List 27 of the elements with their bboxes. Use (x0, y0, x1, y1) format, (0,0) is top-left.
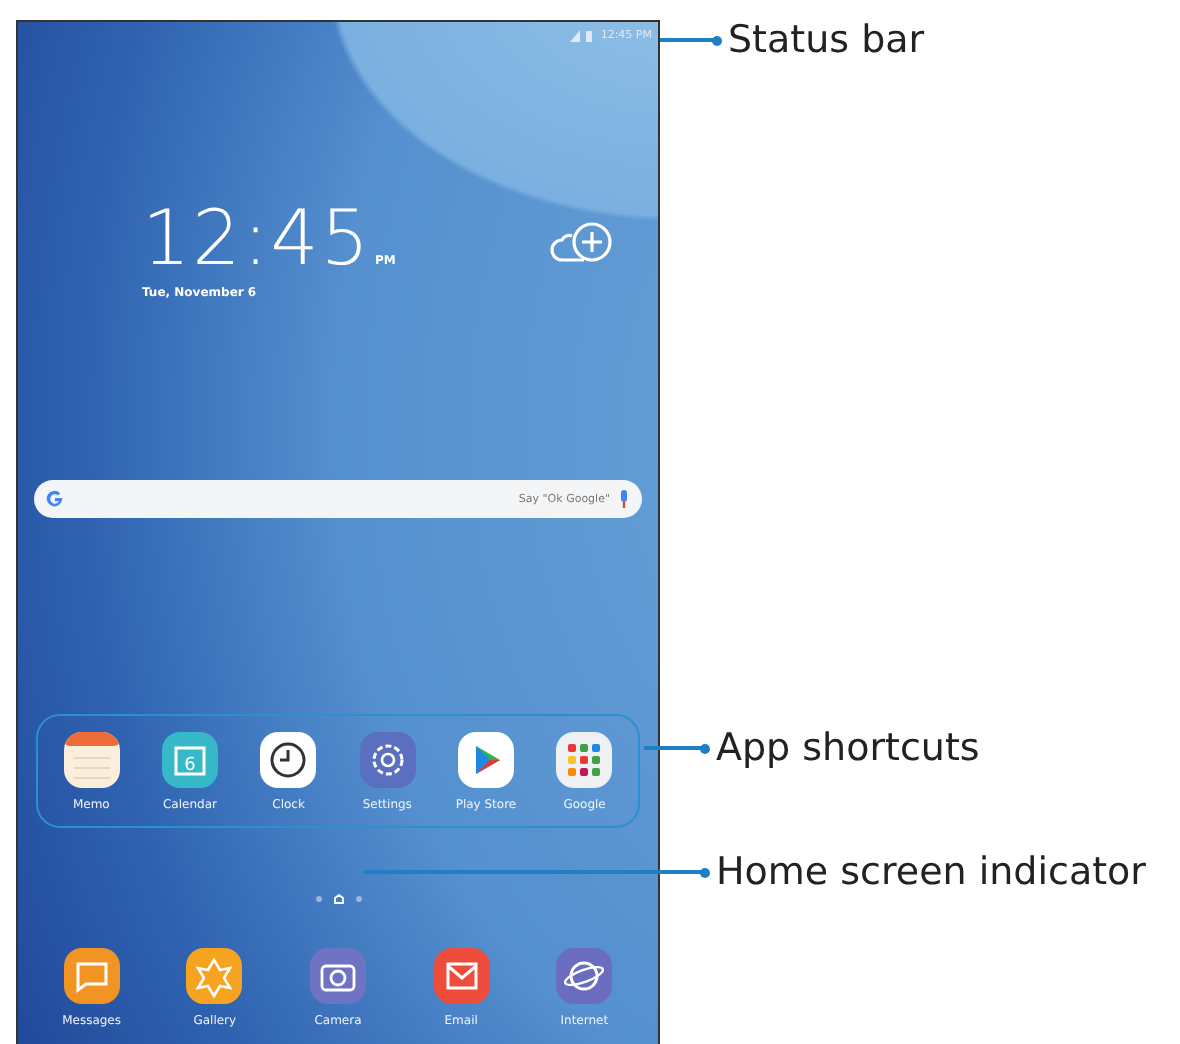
page-dot[interactable] (355, 895, 361, 901)
email-app-icon[interactable] (433, 948, 490, 1004)
callout-label: Status bar (728, 18, 925, 62)
page-dot[interactable] (315, 895, 321, 901)
cloud-plus-icon[interactable] (547, 220, 616, 264)
leader-dot (712, 35, 722, 45)
messages-app-icon[interactable] (63, 948, 120, 1004)
leader-line (644, 746, 704, 750)
clock-time: 12:45 (142, 200, 372, 276)
signal-battery-icon (570, 29, 595, 41)
google-g-icon (46, 490, 64, 508)
play-app-icon[interactable] (457, 731, 514, 787)
home-page-indicator-icon[interactable] (333, 893, 343, 903)
folder-app-icon[interactable] (556, 731, 613, 787)
callout-label: App shortcuts (716, 726, 980, 770)
leader-dot (700, 867, 710, 877)
microphone-icon[interactable] (618, 490, 630, 508)
gallery-app-icon[interactable] (186, 948, 243, 1004)
memo-app-icon[interactable] (63, 731, 120, 787)
internet-app-icon[interactable] (556, 948, 613, 1004)
camera-app-icon[interactable] (309, 948, 366, 1004)
calendar-app-icon[interactable]: 6 (161, 731, 218, 787)
leader-line (660, 38, 716, 42)
clock-app-icon[interactable] (260, 731, 317, 787)
leader-dot (700, 743, 710, 753)
settings-app-icon[interactable] (359, 731, 416, 787)
callout-label: Home screen indicator (716, 850, 1146, 894)
